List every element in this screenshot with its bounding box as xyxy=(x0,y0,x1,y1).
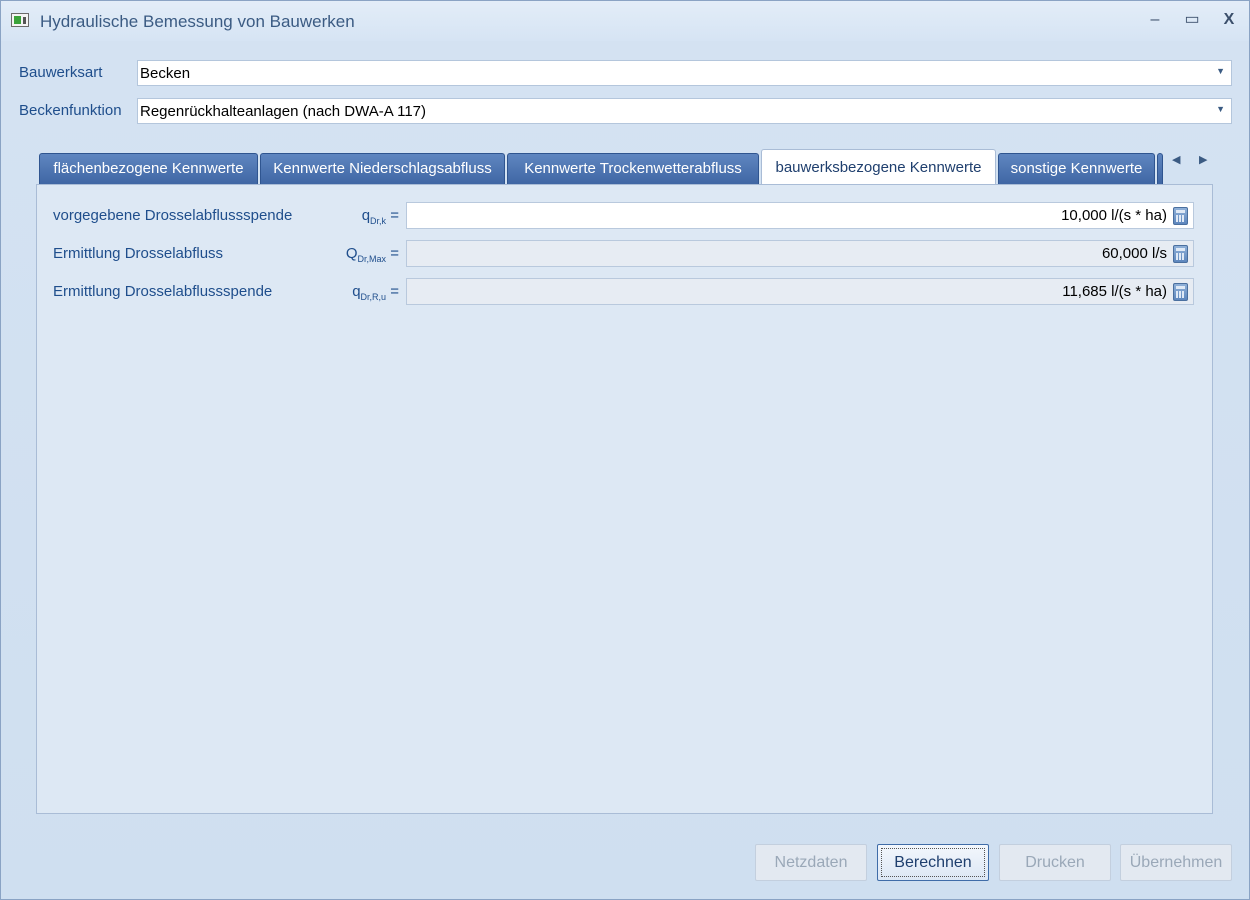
qdr-max-field: 60,000 l/s xyxy=(406,240,1194,267)
drucken-button[interactable]: Drucken xyxy=(999,844,1111,881)
app-icon xyxy=(11,13,29,27)
tab-bauwerksbezogene-kennwerte[interactable]: bauwerksbezogene Kennwerte xyxy=(761,149,996,186)
close-button[interactable]: X xyxy=(1217,9,1241,31)
qdr-k-value: 10,000 l/(s * ha) xyxy=(1061,207,1167,224)
tab-flaechenbezogene-kennwerte[interactable]: flächenbezogene Kennwerte xyxy=(39,153,258,185)
maximize-button[interactable]: ▭ xyxy=(1180,9,1204,31)
bauwerksart-combo[interactable]: Becken ▼ xyxy=(137,60,1232,86)
formula-symbol: QDr,Max = xyxy=(345,245,399,264)
qdr-ru-value: 11,685 l/(s * ha) xyxy=(1062,283,1167,300)
row-label: Ermittlung Drosselabfluss xyxy=(53,245,224,262)
main-window: Hydraulische Bemessung von Bauwerken – ▭… xyxy=(0,0,1250,900)
chevron-down-icon[interactable]: ▼ xyxy=(1216,66,1225,76)
calculator-icon[interactable] xyxy=(1173,245,1188,263)
tab-strip: flächenbezogene Kennwerte Kennwerte Nied… xyxy=(39,149,1219,186)
chevron-down-icon[interactable]: ▼ xyxy=(1216,104,1225,114)
qdr-max-value: 60,000 l/s xyxy=(1101,245,1167,262)
tab-overflow[interactable] xyxy=(1157,153,1163,185)
row-label: vorgegebene Drosselabflussspende xyxy=(53,207,293,224)
chevron-left-icon[interactable]: ◀ xyxy=(1172,153,1180,166)
formula-symbol: qDr,R,u = xyxy=(352,283,399,302)
calculator-icon[interactable] xyxy=(1173,207,1188,225)
calculator-icon[interactable] xyxy=(1173,283,1188,301)
beckenfunktion-label: Beckenfunktion xyxy=(19,102,122,119)
qdr-ru-field: 11,685 l/(s * ha) xyxy=(406,278,1194,305)
formula-symbol: qDr,k = xyxy=(361,207,399,226)
window-title: Hydraulische Bemessung von Bauwerken xyxy=(40,12,355,31)
uebernehmen-button[interactable]: Übernehmen xyxy=(1120,844,1232,881)
tab-kennwerte-trockenwetterabfluss[interactable]: Kennwerte Trockenwetterabfluss xyxy=(507,153,759,185)
chevron-right-icon[interactable]: ▶ xyxy=(1199,153,1207,166)
beckenfunktion-value: Regenrückhalteanlagen (nach DWA-A 117) xyxy=(140,103,426,120)
minimize-button[interactable]: – xyxy=(1143,9,1167,31)
beckenfunktion-combo[interactable]: Regenrückhalteanlagen (nach DWA-A 117) ▼ xyxy=(137,98,1232,124)
bauwerksart-value: Becken xyxy=(140,65,191,82)
netzdaten-button[interactable]: Netzdaten xyxy=(755,844,867,881)
bauwerksart-label: Bauwerksart xyxy=(19,64,103,81)
tab-kennwerte-niederschlagsabfluss[interactable]: Kennwerte Niederschlagsabfluss xyxy=(260,153,505,185)
berechnen-button[interactable]: Berechnen xyxy=(877,844,989,881)
title-bar: Hydraulische Bemessung von Bauwerken – ▭… xyxy=(1,1,1249,41)
tab-sonstige-kennwerte[interactable]: sonstige Kennwerte xyxy=(998,153,1155,185)
qdr-k-input[interactable]: 10,000 l/(s * ha) xyxy=(406,202,1194,229)
row-label: Ermittlung Drosselabflussspende xyxy=(53,283,273,300)
